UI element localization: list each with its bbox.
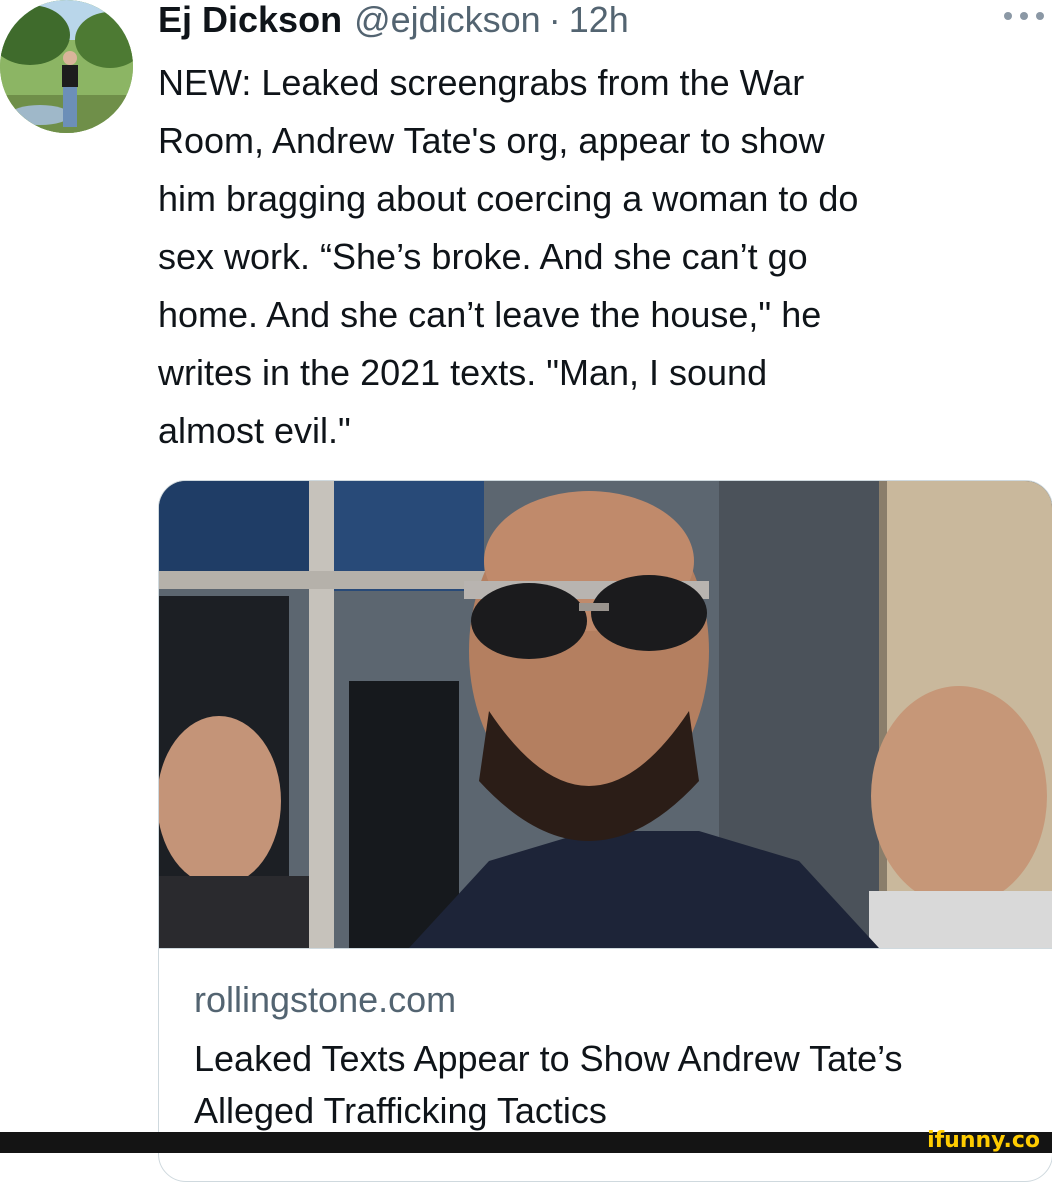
tweet-header: Ej Dickson @ejdickson · 12h	[158, 0, 629, 40]
tweet-timestamp[interactable]: 12h	[569, 0, 629, 40]
more-dot	[1020, 12, 1028, 20]
link-preview-card[interactable]: rollingstone.com Leaked Texts Appear to …	[158, 480, 1052, 1182]
author-name[interactable]: Ej Dickson	[158, 0, 342, 40]
card-domain: rollingstone.com	[194, 979, 457, 1020]
avatar-photo	[0, 0, 133, 133]
more-dot	[1004, 12, 1012, 20]
author-handle[interactable]: @ejdickson	[354, 0, 541, 40]
separator-dot: ·	[548, 0, 561, 40]
tweet-text: NEW: Leaked screengrabs from the War Roo…	[158, 62, 859, 451]
author-avatar[interactable]	[0, 0, 133, 133]
article-photo	[159, 481, 1052, 948]
more-horizontal-icon[interactable]	[1004, 4, 1044, 28]
card-divider	[159, 948, 1052, 949]
watermark-bar: ifunny.co	[0, 1128, 1052, 1153]
card-title[interactable]: Leaked Texts Appear to Show Andrew Tate’…	[194, 1033, 1014, 1137]
ifunny-watermark: ifunny.co	[927, 1128, 1040, 1153]
more-dot	[1036, 12, 1044, 20]
card-image	[159, 481, 1052, 948]
